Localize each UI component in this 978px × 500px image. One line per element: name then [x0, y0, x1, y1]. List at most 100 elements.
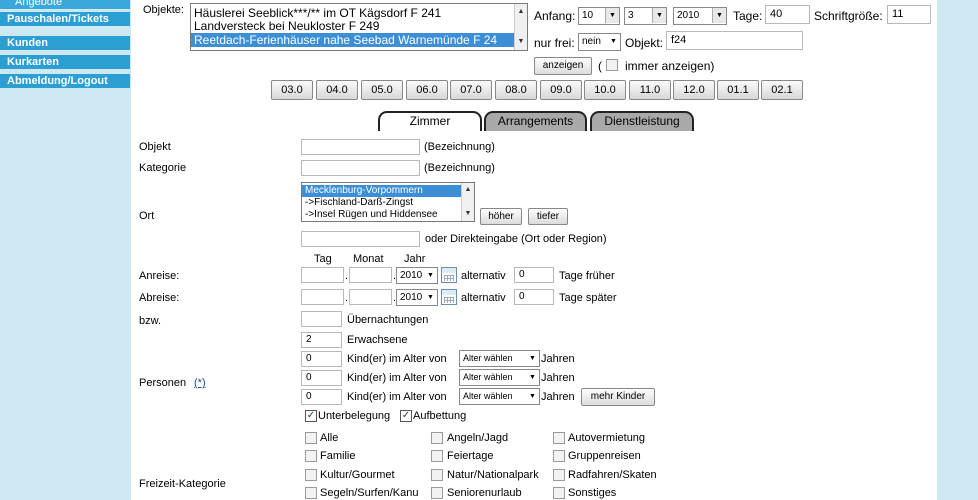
tab-dienstleistung[interactable]: Dienstleistung: [590, 111, 694, 131]
tage-input[interactable]: 40: [765, 5, 810, 24]
unterbelegung-checkbox[interactable]: ✓: [305, 410, 317, 422]
erwachsene-input[interactable]: 2: [301, 332, 342, 348]
schriftgroesse-input[interactable]: 11: [887, 5, 931, 24]
anreise-month-input[interactable]: [349, 267, 392, 283]
tiefer-button[interactable]: tiefer: [528, 208, 568, 225]
sidebar-item-angebote[interactable]: Angebote: [0, 0, 130, 10]
anreise-year-select[interactable]: 2010 ▼: [396, 267, 438, 284]
objekt-option[interactable]: Häuslerei Seeblick***/** im OT Kägsdorf …: [191, 7, 527, 20]
month-button[interactable]: 10.0: [584, 80, 626, 100]
ort-scrollbar[interactable]: ▲ ▼: [461, 183, 474, 221]
month-button[interactable]: 01.1: [717, 80, 759, 100]
scroll-up-icon[interactable]: ▲: [462, 184, 474, 196]
objekt-field-hint: (Bezeichnung): [424, 141, 495, 153]
kategorie-input[interactable]: [301, 160, 420, 176]
freizeit-checkbox[interactable]: [431, 432, 443, 444]
ort-option[interactable]: ->Insel Rügen und Hiddensee: [302, 209, 474, 221]
tab-zimmer[interactable]: Zimmer: [378, 111, 482, 131]
scroll-up-icon[interactable]: ▲: [515, 6, 527, 18]
kind-count-input[interactable]: 0: [301, 370, 342, 386]
scroll-down-icon[interactable]: ▼: [462, 208, 474, 220]
immer-anzeigen-checkbox[interactable]: [606, 59, 618, 71]
freizeit-checkbox[interactable]: [305, 432, 317, 444]
chevron-down-icon: ▼: [652, 8, 666, 23]
month-button[interactable]: 06.0: [406, 80, 448, 100]
freizeit-checkbox[interactable]: [305, 450, 317, 462]
objekt-option[interactable]: Landversteck bei Neukloster F 249: [191, 20, 527, 33]
freizeit-checkbox[interactable]: [553, 469, 565, 481]
month-button[interactable]: 08.0: [495, 80, 537, 100]
freizeit-checkbox[interactable]: [305, 469, 317, 481]
month-button[interactable]: 04.0: [316, 80, 358, 100]
chevron-down-icon: ▼: [610, 38, 617, 45]
freizeit-checkbox[interactable]: [553, 432, 565, 444]
objekt-search-input[interactable]: f24: [666, 31, 803, 50]
anreise-alternativ-input[interactable]: 0: [514, 267, 554, 283]
sidebar-item-kurkarten[interactable]: Kurkarten: [0, 55, 130, 70]
personen-help-link[interactable]: (*): [194, 377, 206, 389]
freizeit-checkbox[interactable]: [431, 487, 443, 499]
objekt-option-selected[interactable]: Reetdach-Ferienhäuser nahe Seebad Warnem…: [191, 33, 527, 47]
freizeit-checkbox[interactable]: [431, 450, 443, 462]
abreise-alternativ-input[interactable]: 0: [514, 289, 554, 305]
month-button[interactable]: 02.1: [761, 80, 803, 100]
anzeigen-button[interactable]: anzeigen: [534, 57, 592, 75]
freizeit-option-label: Segeln/Surfen/Kanu: [320, 487, 419, 499]
kind-alter-select[interactable]: Alter wählen ▼: [459, 369, 540, 386]
schriftgroesse-label: Schriftgröße:: [814, 9, 883, 23]
ort-option-selected[interactable]: Mecklenburg-Vorpommern: [302, 185, 474, 197]
month-button[interactable]: 12.0: [673, 80, 715, 100]
direkteingabe-input[interactable]: [301, 231, 420, 247]
nur-frei-select[interactable]: nein ▼: [578, 33, 621, 51]
month-button[interactable]: 05.0: [361, 80, 403, 100]
anfang-year-select[interactable]: 2010 ▼: [673, 7, 727, 25]
hoeher-button[interactable]: höher: [480, 208, 522, 225]
sidebar-item-abmeldung-logout[interactable]: Abmeldung/Logout: [0, 74, 130, 89]
anfang-month-select[interactable]: 3 ▼: [624, 7, 667, 25]
kind-alter-select-value: Alter wählen: [463, 391, 513, 401]
freizeit-option-label: Gruppenreisen: [568, 450, 641, 462]
kategorie-label: Kategorie: [139, 162, 187, 174]
kind-count-input[interactable]: 0: [301, 389, 342, 405]
tag-header: Tag: [314, 253, 332, 265]
scroll-down-icon[interactable]: ▼: [515, 36, 527, 48]
freizeit-option-label: Seniorenurlaub: [447, 487, 522, 499]
anreise-day-input[interactable]: [301, 267, 344, 283]
objekt-field-input[interactable]: [301, 139, 420, 155]
freizeit-checkbox[interactable]: [431, 469, 443, 481]
month-button[interactable]: 11.0: [629, 80, 671, 100]
freizeit-checkbox[interactable]: [553, 487, 565, 499]
anreise-year-value: 2010: [400, 270, 423, 281]
mehr-kinder-button[interactable]: mehr Kinder: [581, 388, 655, 406]
objekte-scrollbar[interactable]: ▲ ▼: [514, 4, 527, 50]
sidebar-item-kunden[interactable]: Kunden: [0, 36, 130, 51]
objekt-field-label: Objekt: [139, 141, 171, 153]
abreise-month-input[interactable]: [349, 289, 392, 305]
aufbettung-label: Aufbettung: [413, 410, 467, 422]
month-button[interactable]: 03.0: [271, 80, 313, 100]
abreise-year-select[interactable]: 2010 ▼: [396, 289, 438, 306]
ort-listbox[interactable]: Mecklenburg-Vorpommern ->Fischland-Darß-…: [301, 182, 475, 222]
chevron-down-icon: ▼: [529, 355, 536, 362]
freizeit-checkbox[interactable]: [553, 450, 565, 462]
chevron-down-icon: ▼: [529, 374, 536, 381]
aufbettung-checkbox[interactable]: ✓: [400, 410, 412, 422]
month-button[interactable]: 09.0: [540, 80, 582, 100]
abreise-day-input[interactable]: [301, 289, 344, 305]
calendar-icon[interactable]: [441, 267, 457, 283]
sidebar-item-pauschalen-tickets[interactable]: Pauschalen/Tickets: [0, 12, 130, 27]
month-button[interactable]: 07.0: [450, 80, 492, 100]
ort-option[interactable]: ->Fischland-Darß-Zingst: [302, 197, 474, 209]
kind-alter-select[interactable]: Alter wählen ▼: [459, 350, 540, 367]
kind-alter-select[interactable]: Alter wählen ▼: [459, 388, 540, 405]
kind-count-input[interactable]: 0: [301, 351, 342, 367]
freizeit-option-label: Sonstiges: [568, 487, 617, 499]
tage-frueher-label: Tage früher: [559, 270, 615, 282]
calendar-icon[interactable]: [441, 289, 457, 305]
objekte-listbox[interactable]: Häuslerei Seeblick***/** im OT Kägsdorf …: [190, 3, 528, 51]
uebernachtungen-input[interactable]: [301, 311, 342, 327]
kind-alter-label: Kind(er) im Alter von: [347, 391, 447, 403]
anfang-day-select[interactable]: 10 ▼: [578, 7, 620, 25]
tab-arrangements[interactable]: Arrangements: [484, 111, 587, 131]
freizeit-checkbox[interactable]: [305, 487, 317, 499]
